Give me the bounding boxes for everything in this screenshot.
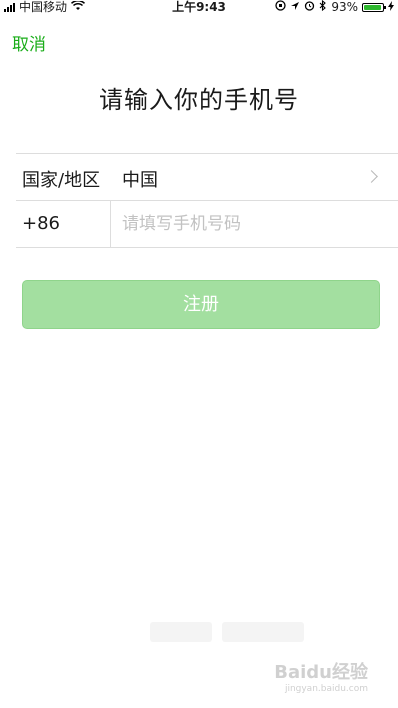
rotation-lock-icon — [275, 0, 286, 14]
divider — [16, 247, 398, 248]
location-icon — [290, 0, 300, 14]
cancel-button[interactable]: 取消 — [12, 30, 46, 55]
watermark-sub: jingyan.baidu.com — [284, 684, 368, 694]
alarm-icon — [304, 0, 315, 14]
status-right: 93% — [275, 0, 394, 14]
status-bar: 中国移动 上午9:43 93% — [0, 0, 398, 14]
phone-number-input[interactable] — [122, 209, 382, 239]
country-region-selector[interactable]: 国家/地区 中国 — [0, 154, 398, 200]
watermark-logo: Baidu经验 jingyan.baidu.com — [274, 658, 368, 694]
charging-icon — [388, 0, 394, 14]
battery-percent: 93% — [331, 0, 358, 14]
bluetooth-icon — [319, 0, 327, 14]
battery-icon — [362, 2, 386, 12]
chevron-right-icon — [365, 170, 378, 183]
page-title: 请输入你的手机号 — [99, 86, 299, 114]
background-ghost — [150, 622, 212, 642]
watermark-main: Baidu经验 — [274, 662, 368, 683]
country-region-label: 国家/地区 — [22, 170, 101, 191]
vertical-divider — [110, 201, 111, 247]
background-ghost — [222, 622, 304, 642]
country-code: +86 — [22, 213, 60, 234]
phone-number-row: +86 — [0, 201, 398, 247]
register-button[interactable]: 注册 — [22, 280, 380, 329]
country-region-value: 中国 — [122, 170, 158, 191]
